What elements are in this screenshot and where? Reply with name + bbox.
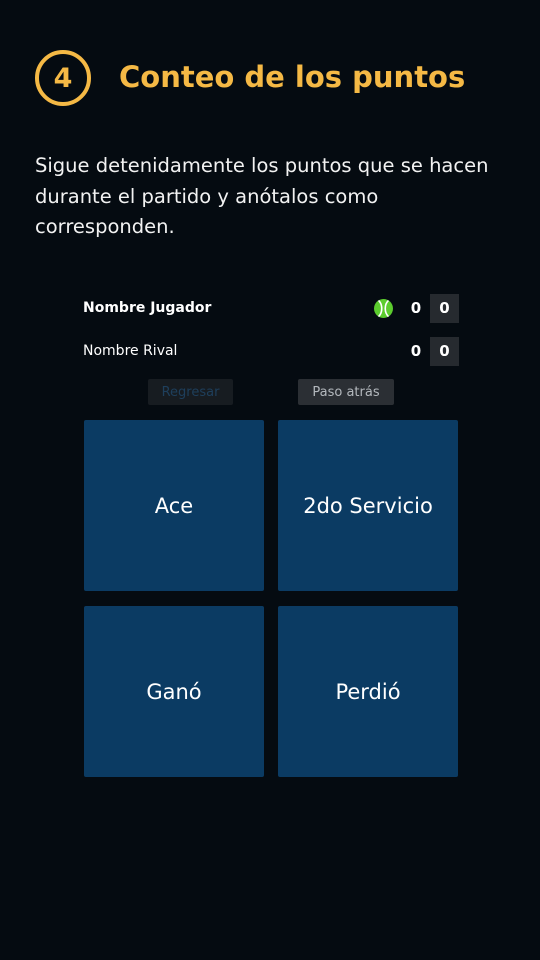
instructions-text: Sigue detenidamente los puntos que se ha… [35,154,489,238]
rival-points: 0 [430,336,459,366]
rival-games: 0 [410,342,422,360]
scoreboard-row-player: Nombre Jugador 0 0 [83,293,459,323]
undo-button[interactable]: Paso atrás [298,379,394,405]
step-number-badge: 4 [35,50,91,106]
page-title: Conteo de los puntos [119,60,466,94]
second-serve-button[interactable]: 2do Servicio [278,420,458,591]
player-games: 0 [410,299,422,317]
point-won-button[interactable]: Ganó [84,606,264,777]
player-name: Nombre Jugador [83,300,212,316]
rival-name: Nombre Rival [83,343,178,359]
ace-button[interactable]: Ace [84,420,264,591]
point-lost-button[interactable]: Perdió [278,606,458,777]
tennis-ball-icon [374,298,393,318]
player-points: 0 [430,293,459,323]
back-button[interactable]: Regresar [148,379,233,405]
scoreboard-row-rival: Nombre Rival 0 0 [83,336,459,366]
score-counting-screen: 4 Conteo de los puntos Sigue detenidamen… [0,0,540,960]
step-number: 4 [53,62,73,94]
